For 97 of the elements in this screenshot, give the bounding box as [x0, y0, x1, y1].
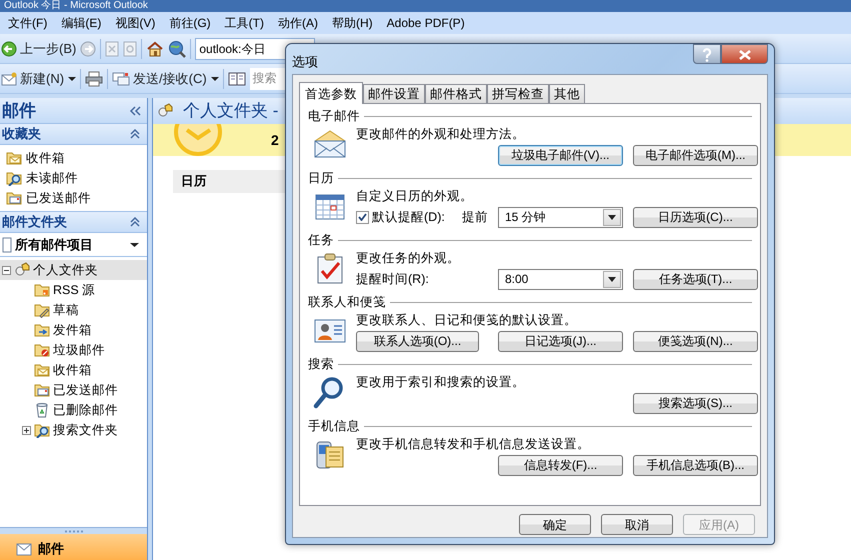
menu-item[interactable]: Adobe PDF(P) [380, 12, 471, 34]
caret-icon[interactable] [130, 242, 139, 248]
menu-item[interactable]: 前往(G) [163, 12, 217, 34]
options-button[interactable]: 便笺选项(N)... [633, 330, 758, 352]
collapse-icon[interactable] [129, 106, 141, 116]
options-button[interactable]: 信息转发(F)... [498, 454, 623, 476]
section-heading: 手机信息 [308, 418, 360, 436]
collapse-chevron-icon[interactable] [129, 217, 141, 227]
new-button[interactable]: 新建(N) [1, 68, 64, 88]
globe-search-icon[interactable] [168, 40, 186, 58]
folder-item[interactable]: 收件箱 [0, 148, 147, 168]
send-receive-button[interactable]: 发送/接收(C) [112, 68, 207, 88]
checkbox[interactable] [356, 210, 369, 224]
section-description: 更改联系人、日记和便笺的默认设置。 [356, 312, 578, 329]
caret-icon[interactable] [68, 76, 76, 82]
check-icon [358, 213, 367, 221]
tab[interactable]: 首选参数 [299, 82, 363, 104]
menu-item[interactable]: 编辑(E) [55, 12, 108, 34]
folder-icon [34, 302, 50, 318]
menu-item[interactable]: 视图(V) [109, 12, 162, 34]
section-heading: 任务 [308, 232, 334, 250]
dropdown-field[interactable]: 8:00 [498, 268, 623, 290]
search-folder-icon [34, 422, 50, 438]
options-button[interactable]: 垃圾电子邮件(V)... [498, 144, 623, 166]
options-button[interactable]: 日历选项(C)... [633, 206, 758, 228]
field-label: 提前 [462, 208, 488, 226]
options-button[interactable]: 手机信息选项(B)... [633, 454, 758, 476]
section-heading: 搜索 [308, 356, 334, 374]
section-heading: 联系人和便笺 [308, 294, 386, 312]
close-button[interactable] [721, 44, 768, 64]
collapse-box-icon[interactable] [2, 266, 11, 274]
view-dropdown[interactable]: 所有邮件项目 [2, 234, 93, 254]
caret-icon[interactable] [210, 76, 219, 82]
section-heading: 电子邮件 [308, 108, 360, 126]
field-label: 提醒时间(R): [356, 270, 429, 288]
menu-item[interactable]: 动作(A) [272, 12, 324, 34]
folder-icon [34, 342, 50, 358]
options-button[interactable]: 电子邮件选项(M)... [633, 144, 758, 166]
new-mail-icon [1, 70, 17, 86]
collapse-chevron-icon[interactable] [129, 129, 141, 139]
menu-item[interactable]: 帮助(H) [326, 12, 379, 34]
options-button[interactable]: 搜索选项(S)... [633, 392, 758, 414]
folder-item[interactable]: 草稿 [0, 300, 147, 320]
folder-item[interactable]: 已发送邮件 [0, 188, 147, 208]
menu-item[interactable]: 文件(F) [2, 12, 54, 34]
caret-icon[interactable] [608, 214, 616, 220]
dialog-button[interactable]: 确定 [519, 514, 591, 535]
section-description: 更改任务的外观。 [356, 250, 461, 267]
mail-icon [16, 542, 32, 556]
folder-item[interactable]: 已发送邮件 [0, 380, 147, 400]
section-heading: 日历 [308, 170, 334, 188]
date-text: 2 [271, 130, 279, 150]
folder-item[interactable]: RSS 源 [0, 280, 147, 300]
grip-icon[interactable] [64, 530, 84, 532]
folder-icon [6, 190, 22, 206]
help-button[interactable] [693, 44, 721, 64]
folder-item[interactable]: 未读邮件 [0, 168, 147, 188]
folder-item[interactable]: 发件箱 [0, 320, 147, 340]
folder-icon [6, 170, 22, 186]
close-icon [738, 50, 750, 60]
tab[interactable]: 邮件格式 [425, 84, 487, 103]
folder-item[interactable]: 垃圾邮件 [0, 340, 147, 360]
dropdown-field[interactable]: 15 分钟 [498, 206, 623, 228]
menu-item[interactable]: 工具(T) [218, 12, 270, 34]
tab[interactable]: 拼写检查 [487, 84, 549, 103]
folder-title: 个人文件夹 - [183, 100, 278, 122]
folder-item[interactable]: 收件箱 [0, 360, 147, 380]
section-description: 更改邮件的外观和处理方法。 [356, 126, 526, 143]
folder-item[interactable]: 搜索文件夹 [0, 420, 147, 440]
home-icon[interactable] [146, 40, 164, 56]
folder-icon [34, 282, 50, 298]
mail-button[interactable]: 邮件 [0, 534, 147, 560]
folder-item[interactable]: 已删除邮件 [0, 400, 147, 420]
tab[interactable]: 其他 [549, 84, 585, 103]
address-book-icon[interactable] [228, 70, 246, 86]
options-button[interactable]: 日记选项(J)... [498, 330, 623, 352]
expand-box-icon[interactable] [22, 426, 31, 434]
folder-icon [6, 150, 22, 166]
window-title: Outlook 今日 - Microsoft Outlook [0, 0, 851, 12]
section-description: 更改用于索引和搜索的设置。 [356, 374, 526, 391]
pane-title: 邮件 [2, 100, 36, 122]
help-icon [702, 48, 712, 62]
send-receive-icon [112, 70, 130, 86]
folder-item[interactable]: 个人文件夹 [0, 260, 147, 280]
folder-icon [34, 382, 50, 398]
back-button[interactable]: 上一步(B) [1, 38, 76, 58]
trash-bin-icon [34, 402, 50, 418]
options-button[interactable]: 联系人选项(O)... [356, 330, 479, 352]
caret-icon[interactable] [608, 276, 616, 282]
printer-icon[interactable] [85, 70, 104, 86]
folder-icon [34, 322, 50, 338]
tab[interactable]: 邮件设置 [363, 84, 425, 103]
dialog-button[interactable]: 取消 [601, 514, 673, 535]
folder-icon [34, 362, 50, 378]
checkbox-label: 默认提醒(D): [372, 208, 445, 226]
options-button[interactable]: 任务选项(T)... [633, 268, 758, 290]
section-description: 更改手机信息转发和手机信息发送设置。 [356, 436, 591, 453]
